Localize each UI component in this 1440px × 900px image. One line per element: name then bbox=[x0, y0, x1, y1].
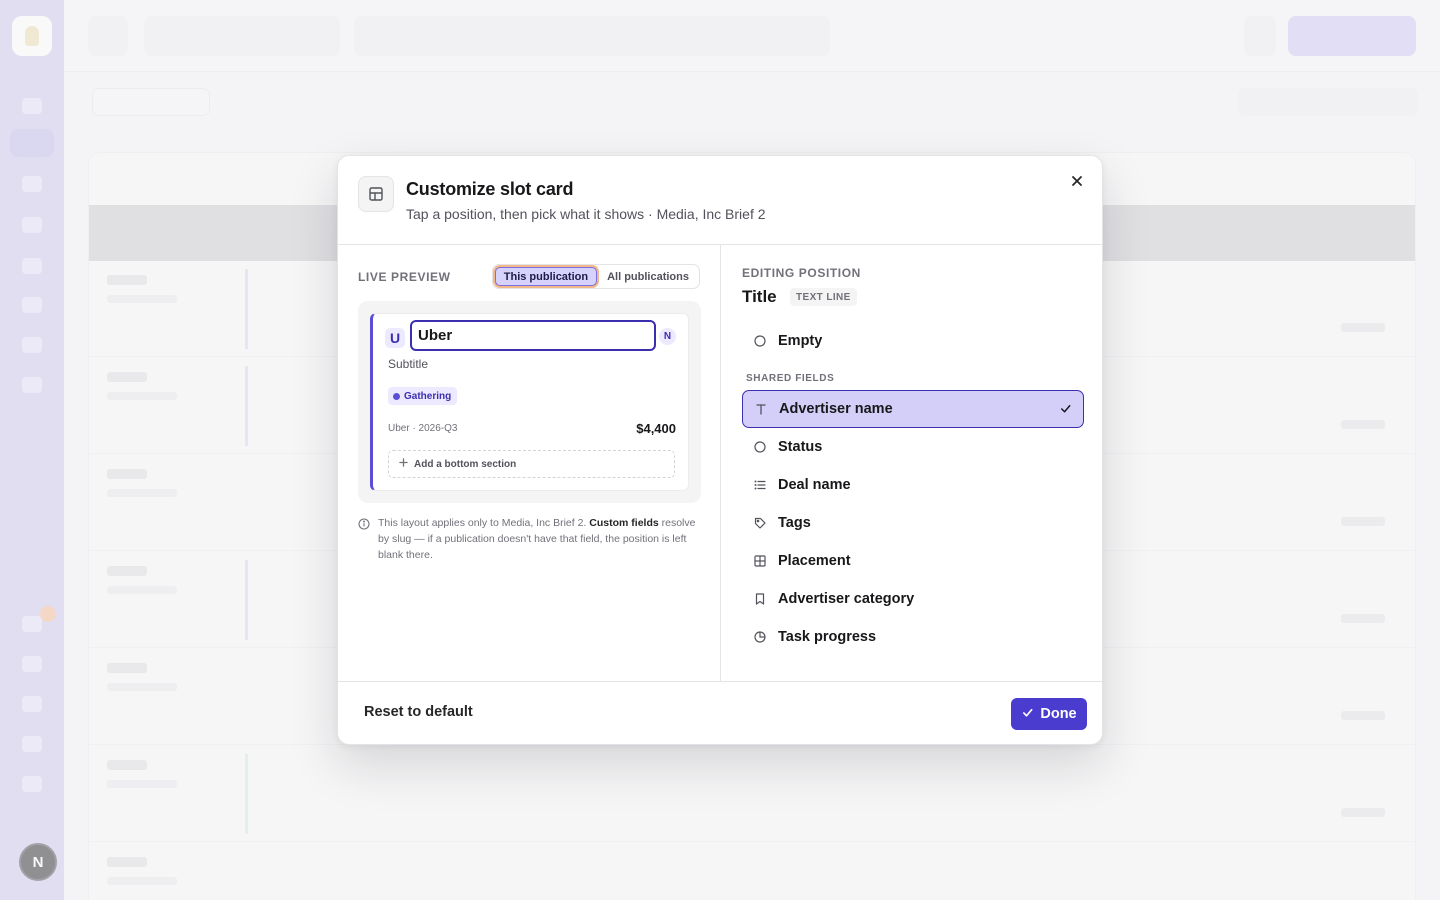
card-status-badge[interactable]: Gathering bbox=[388, 387, 458, 405]
dialog-footer: Reset to default Done bbox=[338, 681, 1102, 744]
dialog-header: Customize slot card Tap a position, then… bbox=[338, 156, 1102, 245]
option-label: Empty bbox=[778, 333, 823, 349]
option-label: Tags bbox=[778, 515, 811, 531]
card-corner-position[interactable]: N bbox=[659, 328, 676, 345]
option-label: Task progress bbox=[778, 629, 877, 645]
dialog-subtitle: Tap a position, then pick what it shows … bbox=[406, 206, 766, 222]
editing-position-label: EDITING POSITION bbox=[742, 266, 861, 280]
pie-icon bbox=[753, 630, 767, 644]
option-label: Advertiser name bbox=[779, 401, 893, 417]
option-advertiser-name[interactable]: Advertiser name bbox=[742, 390, 1084, 428]
status-dot-icon bbox=[393, 392, 400, 400]
circle-icon bbox=[753, 440, 767, 454]
live-preview-pane: LIVE PREVIEW This publication All public… bbox=[338, 245, 721, 681]
option-label: Placement bbox=[778, 553, 851, 569]
grid-icon bbox=[753, 554, 767, 568]
shared-fields-label: SHARED FIELDS bbox=[746, 373, 835, 384]
empty-circle-icon bbox=[753, 334, 767, 348]
check-icon bbox=[1021, 706, 1034, 723]
option-tags[interactable]: Tags bbox=[742, 504, 1084, 542]
scope-this-publication[interactable]: This publication bbox=[494, 267, 598, 286]
card-initial-position[interactable]: U bbox=[385, 328, 405, 348]
position-title: Title bbox=[742, 287, 777, 306]
tag-icon bbox=[753, 516, 767, 530]
card-subtitle-position[interactable]: Subtitle bbox=[388, 357, 428, 371]
list-icon bbox=[753, 478, 767, 492]
add-bottom-section-label: Add a bottom section bbox=[414, 458, 517, 470]
text-icon bbox=[754, 402, 768, 416]
check-icon bbox=[1059, 402, 1073, 416]
bookmark-icon bbox=[753, 592, 767, 606]
position-type-tag: TEXT LINE bbox=[790, 288, 857, 306]
add-bottom-section-button[interactable]: Add a bottom section bbox=[388, 450, 675, 478]
reset-to-default-button[interactable]: Reset to default bbox=[358, 704, 479, 720]
option-placement[interactable]: Placement bbox=[742, 542, 1084, 580]
option-label: Status bbox=[778, 439, 823, 455]
option-task-progress[interactable]: Task progress bbox=[742, 618, 1084, 656]
preview-card: U Uber N Subtitle Gathering Uber · 2026-… bbox=[370, 313, 689, 491]
close-icon[interactable] bbox=[1066, 170, 1088, 192]
status-badge-label: Gathering bbox=[404, 390, 452, 402]
plus-icon bbox=[399, 458, 408, 470]
layout-grid-icon bbox=[358, 176, 394, 212]
dialog-title: Customize slot card bbox=[406, 179, 574, 199]
layout-note: This layout applies only to Media, Inc B… bbox=[358, 515, 701, 563]
option-label: Deal name bbox=[778, 477, 851, 493]
layout-note-text: This layout applies only to Media, Inc B… bbox=[378, 517, 696, 561]
editing-position-pane: EDITING POSITION Title TEXT LINE Empty S… bbox=[722, 245, 1102, 681]
scope-toggle: This publication All publications bbox=[491, 264, 700, 289]
done-button[interactable]: Done bbox=[1011, 698, 1087, 730]
done-label: Done bbox=[1040, 706, 1077, 722]
live-preview-label: LIVE PREVIEW bbox=[358, 270, 451, 284]
card-title-position[interactable]: Uber bbox=[410, 320, 656, 351]
slot-card-preview: U Uber N Subtitle Gathering Uber · 2026-… bbox=[358, 301, 701, 503]
option-deal-name[interactable]: Deal name bbox=[742, 466, 1084, 504]
option-empty[interactable]: Empty bbox=[742, 322, 1084, 360]
option-status[interactable]: Status bbox=[742, 428, 1084, 466]
option-advertiser-category[interactable]: Advertiser category bbox=[742, 580, 1084, 618]
card-price-position[interactable]: $4,400 bbox=[636, 421, 676, 436]
scope-all-publications[interactable]: All publications bbox=[599, 267, 697, 286]
customize-slot-card-dialog: Customize slot card Tap a position, then… bbox=[337, 155, 1103, 745]
option-label: Advertiser category bbox=[778, 591, 915, 607]
card-meta-position[interactable]: Uber · 2026-Q3 bbox=[388, 423, 457, 434]
info-icon bbox=[358, 517, 371, 530]
